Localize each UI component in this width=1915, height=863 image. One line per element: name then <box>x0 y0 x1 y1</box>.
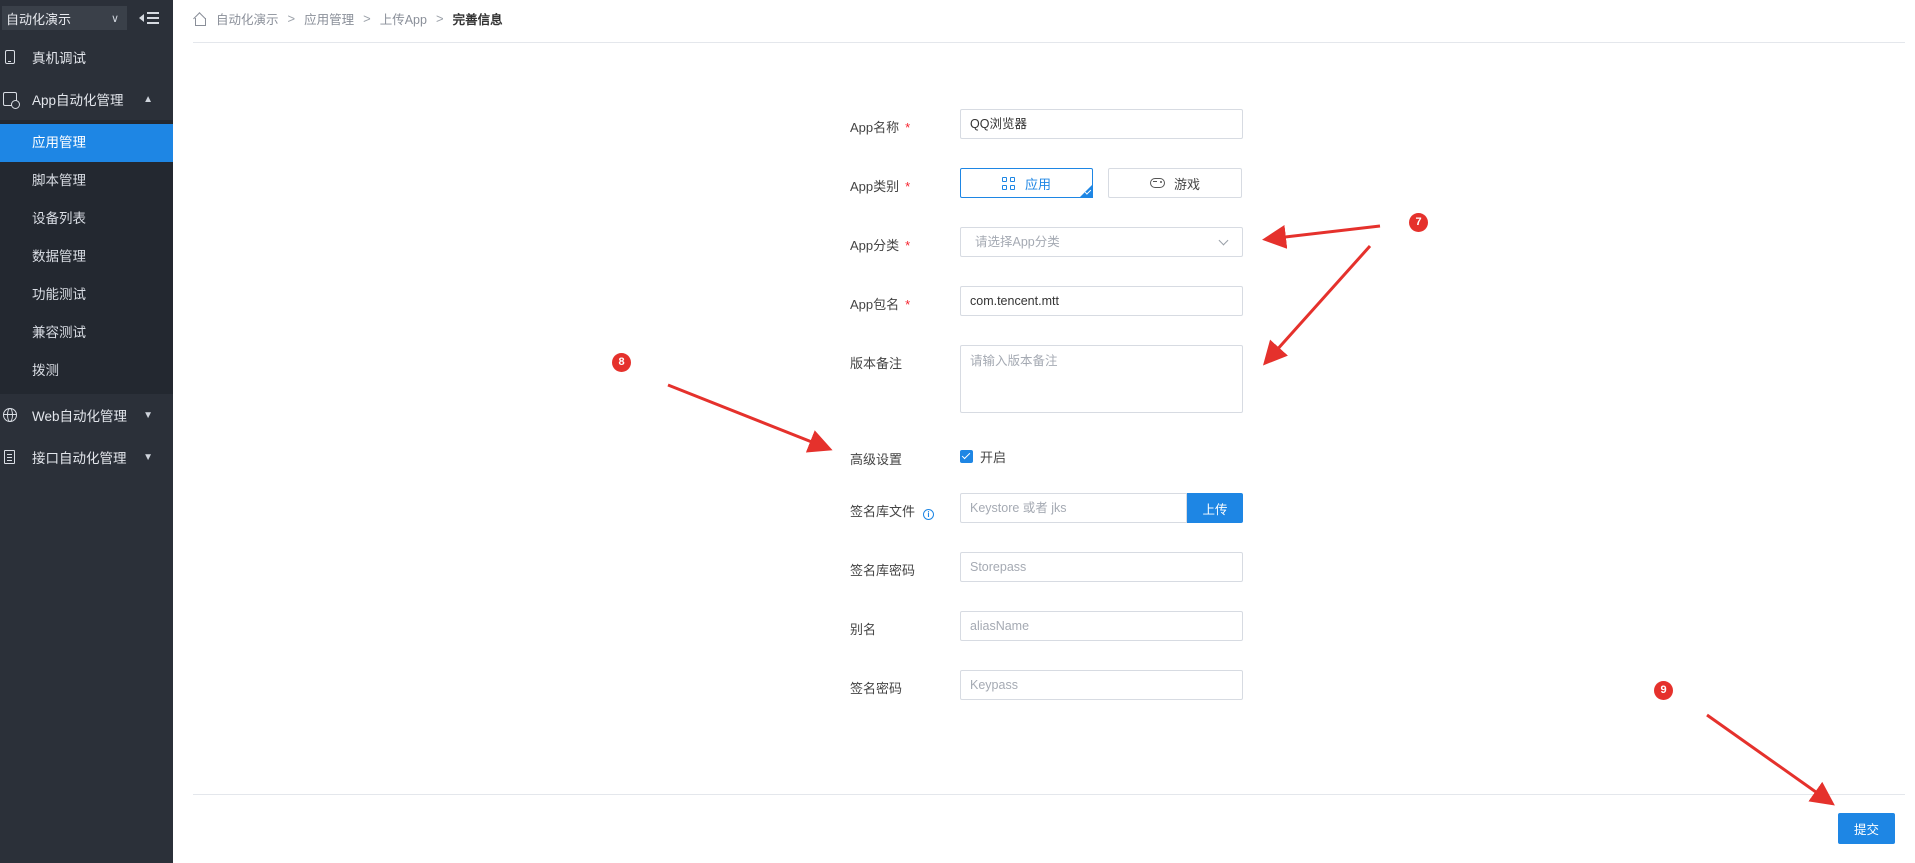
app-type-label: App类别 * <box>850 168 960 195</box>
chevron-down-icon <box>1218 235 1229 245</box>
upload-button[interactable]: 上传 <box>1187 493 1243 523</box>
app-manage-icon <box>3 92 20 109</box>
gamepad-icon <box>1149 178 1165 188</box>
alias-label: 别名 <box>850 622 877 637</box>
home-icon[interactable] <box>193 13 206 26</box>
form-row-version-note: 版本备注 请输入版本备注 <box>850 345 1243 413</box>
annotation-badge-7: 7 <box>1409 213 1428 232</box>
caret-down-icon: ▼ <box>143 409 153 421</box>
required-mark: * <box>905 120 911 135</box>
selected-check-icon <box>1079 184 1093 198</box>
form-row-package-name: App包名 * com.tencent.mtt <box>850 286 1243 316</box>
storepass-label: 签名库密码 <box>850 563 916 578</box>
annotation-badge-9: 9 <box>1654 681 1673 700</box>
menu-app-automation[interactable]: App自动化管理 ▲ <box>0 78 173 120</box>
app-type-game-label: 游戏 <box>1173 176 1200 192</box>
submenu-function-test[interactable]: 功能测试 <box>0 276 173 314</box>
required-mark: * <box>905 297 911 312</box>
submenu-compat-test[interactable]: 兼容测试 <box>0 314 173 352</box>
form-row-keypass: 签名密码 Keypass <box>850 670 1243 700</box>
submenu-app-manage[interactable]: 应用管理 <box>0 124 173 162</box>
globe-icon <box>3 408 17 422</box>
form-row-keystore: 签名库文件 i Keystore 或者 jks 上传 <box>850 493 1243 523</box>
keypass-input[interactable]: Keypass <box>960 670 1243 700</box>
annotation-badge-8: 8 <box>612 353 631 372</box>
keypass-label: 签名密码 <box>850 681 903 696</box>
phone-icon <box>5 50 15 64</box>
sidebar: 自动化演示 ∨ 真机调试 App自动化管理 ▲ 应用管理 脚本管理 设备列表 数… <box>0 0 173 863</box>
keystore-label-text: 签名库文件 <box>850 504 916 519</box>
menu-api-automation-label: 接口自动化管理 <box>32 451 127 466</box>
menu-web-automation-label: Web自动化管理 <box>32 409 128 424</box>
menu-device-debug[interactable]: 真机调试 <box>0 36 173 78</box>
chevron-right-icon: > <box>363 11 371 26</box>
collapse-menu-icon[interactable] <box>139 9 159 27</box>
app-category-select[interactable]: 请选择App分类 <box>960 227 1243 257</box>
submenu-device-list[interactable]: 设备列表 <box>0 200 173 238</box>
project-select[interactable]: 自动化演示 ∨ <box>2 6 127 30</box>
menu-app-automation-label: App自动化管理 <box>32 93 124 108</box>
app-name-label: App名称 * <box>850 109 960 136</box>
form-row-alias: 别名 aliasName <box>850 611 1243 641</box>
advanced-toggle[interactable]: 开启 <box>960 447 1006 466</box>
form-row-app-type: App类别 * 应用 游戏 <box>850 168 1242 198</box>
divider <box>193 42 1905 43</box>
info-icon[interactable]: i <box>923 509 935 520</box>
keystore-input[interactable]: Keystore 或者 jks <box>960 493 1187 523</box>
divider <box>193 794 1905 795</box>
storepass-input[interactable]: Storepass <box>960 552 1243 582</box>
caret-up-icon: ▲ <box>143 93 153 105</box>
package-name-input[interactable]: com.tencent.mtt <box>960 286 1243 316</box>
chevron-right-icon: > <box>435 11 444 26</box>
breadcrumb-item[interactable]: 上传App <box>380 9 427 28</box>
advanced-label: 高级设置 <box>850 452 903 467</box>
submit-button[interactable]: 提交 <box>1838 813 1895 844</box>
chevron-right-icon: > <box>287 11 296 26</box>
app-name-input[interactable]: QQ浏览器 <box>960 109 1243 139</box>
app-type-label-text: App类别 <box>850 179 900 194</box>
menu-api-automation[interactable]: 接口自动化管理 ▼ <box>0 436 173 478</box>
main-content: 自动化演示 > 应用管理 > 上传App > 完善信息 App名称 * QQ浏览器… <box>173 0 1915 863</box>
app-type-app-button[interactable]: 应用 <box>960 168 1093 198</box>
form-row-storepass: 签名库密码 Storepass <box>850 552 1243 582</box>
keystore-upload-group: Keystore 或者 jks 上传 <box>960 493 1243 523</box>
version-note-label: 版本备注 <box>850 356 903 371</box>
submenu-script-manage[interactable]: 脚本管理 <box>0 162 173 200</box>
caret-down-icon: ▼ <box>143 451 153 463</box>
keystore-label: 签名库文件 i <box>850 493 960 520</box>
package-name-label-text: App包名 <box>850 297 900 312</box>
breadcrumb: 自动化演示 > 应用管理 > 上传App > 完善信息 <box>193 9 503 28</box>
submenu-dial-test[interactable]: 拨测 <box>0 352 173 390</box>
checkbox-checked-icon[interactable] <box>960 450 973 463</box>
menu-device-debug-label: 真机调试 <box>32 51 86 66</box>
app-type-app-label: 应用 <box>1024 176 1051 192</box>
package-name-label: App包名 * <box>850 286 960 313</box>
app-automation-submenu: 应用管理 脚本管理 设备列表 数据管理 功能测试 兼容测试 拨测 <box>0 120 173 394</box>
grid-icon <box>1001 176 1015 190</box>
sidebar-header: 自动化演示 ∨ <box>0 0 173 36</box>
submenu-data-manage[interactable]: 数据管理 <box>0 238 173 276</box>
form-row-advanced: 高级设置 开启 <box>850 441 1006 468</box>
app-category-label-text: App分类 <box>850 238 900 253</box>
menu-web-automation[interactable]: Web自动化管理 ▼ <box>0 394 173 436</box>
alias-input[interactable]: aliasName <box>960 611 1243 641</box>
form-row-app-category: App分类 * 请选择App分类 <box>850 227 1243 257</box>
project-select-label: 自动化演示 <box>6 11 72 27</box>
breadcrumb-item[interactable]: 应用管理 <box>304 9 354 28</box>
app-category-placeholder: 请选择App分类 <box>975 235 1060 249</box>
app-type-game-button[interactable]: 游戏 <box>1108 168 1242 198</box>
document-icon <box>4 450 15 464</box>
required-mark: * <box>905 238 911 253</box>
advanced-checkbox-label: 开启 <box>980 450 1007 465</box>
required-mark: * <box>905 179 911 194</box>
app-category-label: App分类 * <box>850 227 960 254</box>
version-note-textarea[interactable]: 请输入版本备注 <box>960 345 1243 413</box>
form-row-app-name: App名称 * QQ浏览器 <box>850 109 1243 139</box>
chevron-down-icon: ∨ <box>110 12 119 25</box>
breadcrumb-current: 完善信息 <box>452 13 503 27</box>
breadcrumb-item[interactable]: 自动化演示 <box>216 9 279 28</box>
app-name-label-text: App名称 <box>850 120 900 135</box>
